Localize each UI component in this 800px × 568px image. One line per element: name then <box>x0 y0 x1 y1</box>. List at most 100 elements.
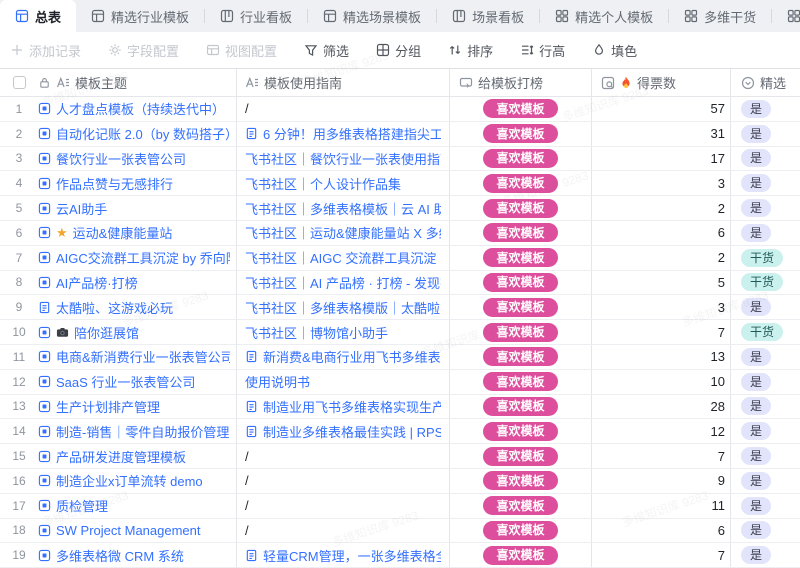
guide-link[interactable]: 飞书社区｜AIGC 交流群工具沉淀 <box>245 248 436 267</box>
featured-badge: 是 <box>741 223 772 242</box>
template-title-link[interactable]: 陪你逛展馆 <box>74 323 139 342</box>
view-tab[interactable]: 精选个人模板 <box>540 0 668 32</box>
like-template-button[interactable]: 喜欢模板 <box>483 223 558 243</box>
like-template-button[interactable]: 喜欢模板 <box>483 124 558 144</box>
view-tab[interactable]: 行业看板 <box>205 0 307 32</box>
template-title-link[interactable]: 自动化记账 2.0（by 数码搭子） <box>56 124 230 143</box>
template-title-link[interactable]: 制造企业x订单流转 demo <box>56 471 203 490</box>
template-title-link[interactable]: 云AI助手 <box>56 199 107 218</box>
guide-cell: 飞书社区｜餐饮行业一张表使用指南 <box>237 146 450 171</box>
toolbar-item[interactable]: 视图配置 <box>206 41 277 60</box>
view-tab[interactable]: 精选模板合集 <box>772 0 800 32</box>
votes-value: 6 <box>717 522 725 538</box>
template-title-link[interactable]: AIGC交流群工具沉淀 by 乔向阳 <box>56 248 230 267</box>
view-tab[interactable]: 精选场景模板 <box>308 0 436 32</box>
like-template-button[interactable]: 喜欢模板 <box>483 173 558 193</box>
vote-button-cell: 喜欢模板 <box>450 344 592 369</box>
toolbar-item[interactable]: 字段配置 <box>108 41 179 60</box>
toolbar-item[interactable]: 添加记录 <box>10 41 81 60</box>
like-template-button[interactable]: 喜欢模板 <box>483 272 558 292</box>
guide-link[interactable]: 飞书社区｜多维表格模版｜太酷啦、这... <box>245 298 441 317</box>
view-tab[interactable]: 多维干货 <box>669 0 771 32</box>
template-title-link[interactable]: 产品研发进度管理模板 <box>56 447 186 466</box>
template-title-link[interactable]: 人才盘点模板（持续迭代中） <box>56 99 225 118</box>
guide-link[interactable]: 新消费&电商行业用飞书多维表格「... <box>263 347 441 366</box>
guide-link[interactable]: 制造业用飞书多维表格实现生产排... <box>263 397 441 416</box>
guide-link[interactable]: 飞书社区｜AI 产品榜 · 打榜 - 发现有趣... <box>245 273 441 292</box>
template-title-link[interactable]: 制造-销售｜零件自助报价管理 <box>56 422 229 441</box>
select-all-checkbox[interactable] <box>12 76 26 89</box>
title-cell: 生产计划排产管理 <box>38 394 237 419</box>
view-tab[interactable]: 总表 <box>0 0 77 32</box>
votes-value: 7 <box>717 324 725 340</box>
guide-link[interactable]: 飞书社区｜运动&健康能量站 X 多维表格 <box>245 223 441 242</box>
toolbar-item[interactable]: 分组 <box>376 41 421 60</box>
template-title-link[interactable]: 运动&健康能量站 <box>73 223 173 242</box>
like-template-button[interactable]: 喜欢模板 <box>483 297 558 317</box>
like-template-button[interactable]: 喜欢模板 <box>483 248 558 268</box>
template-title-link[interactable]: 多维表格微 CRM 系统 <box>56 546 184 565</box>
guide-link[interactable]: 6 分钟！用多维表格搭建指尖工作... <box>263 124 441 143</box>
template-title-link[interactable]: SW Project Management <box>56 523 201 538</box>
like-template-button[interactable]: 喜欢模板 <box>483 347 558 367</box>
featured-cell: 干货 <box>731 271 800 295</box>
view-tab[interactable]: 场景看板 <box>437 0 539 32</box>
votes-value: 3 <box>717 175 725 191</box>
like-template-button[interactable]: 喜欢模板 <box>483 446 558 466</box>
guide-link[interactable]: 轻量CRM管理，一张多维表格全搞定 <box>263 546 441 565</box>
votes-cell: 6 <box>592 518 731 543</box>
like-template-button[interactable]: 喜欢模板 <box>483 148 558 168</box>
column-header-guide[interactable]: 模板使用指南 <box>237 69 450 96</box>
template-title-link[interactable]: 作品点赞与无感排行 <box>56 174 173 193</box>
column-header-vote-button[interactable]: 给模板打榜 <box>450 69 592 96</box>
like-template-button[interactable]: 喜欢模板 <box>483 471 558 491</box>
template-title-link[interactable]: 质检管理 <box>56 496 108 515</box>
grid-header-row: 模板主题 模板使用指南 给模板打榜 得票数 精选 <box>0 69 800 97</box>
template-title-link[interactable]: 餐饮行业一张表管公司 <box>56 149 186 168</box>
guide-cell: 飞书社区｜运动&健康能量站 X 多维表格 <box>237 220 450 245</box>
guide-link[interactable]: 飞书社区｜多维表格模板｜云 AI 助手... <box>245 199 441 218</box>
toolbar-item[interactable]: 填色 <box>592 41 637 60</box>
like-template-button[interactable]: 喜欢模板 <box>483 198 558 218</box>
lookup-field-icon <box>601 76 615 90</box>
template-title-link[interactable]: 太酷啦、这游戏必玩 <box>56 298 173 317</box>
like-template-button[interactable]: 喜欢模板 <box>483 545 558 565</box>
featured-badge: 是 <box>741 124 772 143</box>
votes-value: 7 <box>717 448 725 464</box>
template-title-link[interactable]: 生产计划排产管理 <box>56 397 160 416</box>
featured-cell: 是 <box>731 494 800 518</box>
like-template-button[interactable]: 喜欢模板 <box>483 496 558 516</box>
like-template-button[interactable]: 喜欢模板 <box>483 520 558 540</box>
template-title-link[interactable]: SaaS 行业一张表管公司 <box>56 372 195 391</box>
bitable-icon <box>38 152 51 165</box>
template-title-link[interactable]: 电商&新消费行业一张表管公司 <box>56 347 230 366</box>
guide-link[interactable]: 飞书社区｜博物馆小助手 <box>245 323 388 342</box>
like-template-button[interactable]: 喜欢模板 <box>483 396 558 416</box>
guide-text: / <box>245 101 249 117</box>
toolbar-item-label: 字段配置 <box>127 43 180 59</box>
guide-link[interactable]: 飞书社区｜个人设计作品集 <box>245 174 401 193</box>
table-row: 10 陪你逛展馆 飞书社区｜博物馆小助手 喜欢模板 7 干货 <box>0 320 800 345</box>
featured-cell: 是 <box>731 196 800 220</box>
table-row: 5 云AI助手 飞书社区｜多维表格模板｜云 AI 助手... 喜欢模板 2是 <box>0 196 800 221</box>
table-row: 3 餐饮行业一张表管公司 飞书社区｜餐饮行业一张表使用指南 喜欢模板 17 是 <box>0 146 800 172</box>
like-template-button[interactable]: 喜欢模板 <box>483 421 558 441</box>
template-title-link[interactable]: AI产品榜·打榜 <box>56 273 138 292</box>
toolbar-item[interactable]: 排序 <box>448 41 493 60</box>
guide-link[interactable]: 制造业多维表格最佳实践 | RPS <box>263 422 441 441</box>
toolbar-item[interactable]: 筛选 <box>304 41 349 60</box>
guide-link[interactable]: 使用说明书 <box>245 372 310 391</box>
featured-badge: 是 <box>741 546 772 565</box>
like-template-button[interactable]: 喜欢模板 <box>483 322 558 342</box>
guide-text: / <box>245 473 249 489</box>
column-header-votes[interactable]: 得票数 <box>592 69 731 96</box>
view-tab[interactable]: 精选行业模板 <box>76 0 204 32</box>
guide-link[interactable]: 飞书社区｜餐饮行业一张表使用指南 <box>245 149 441 168</box>
like-template-button[interactable]: 喜欢模板 <box>483 99 558 119</box>
like-template-button[interactable]: 喜欢模板 <box>483 372 558 392</box>
votes-value: 13 <box>710 349 725 365</box>
toolbar-item[interactable]: 行高 <box>520 41 565 60</box>
column-header-featured[interactable]: 精选 <box>731 69 800 96</box>
title-cell: AI产品榜·打榜 <box>38 270 237 295</box>
column-header-title[interactable]: 模板主题 <box>38 69 237 96</box>
